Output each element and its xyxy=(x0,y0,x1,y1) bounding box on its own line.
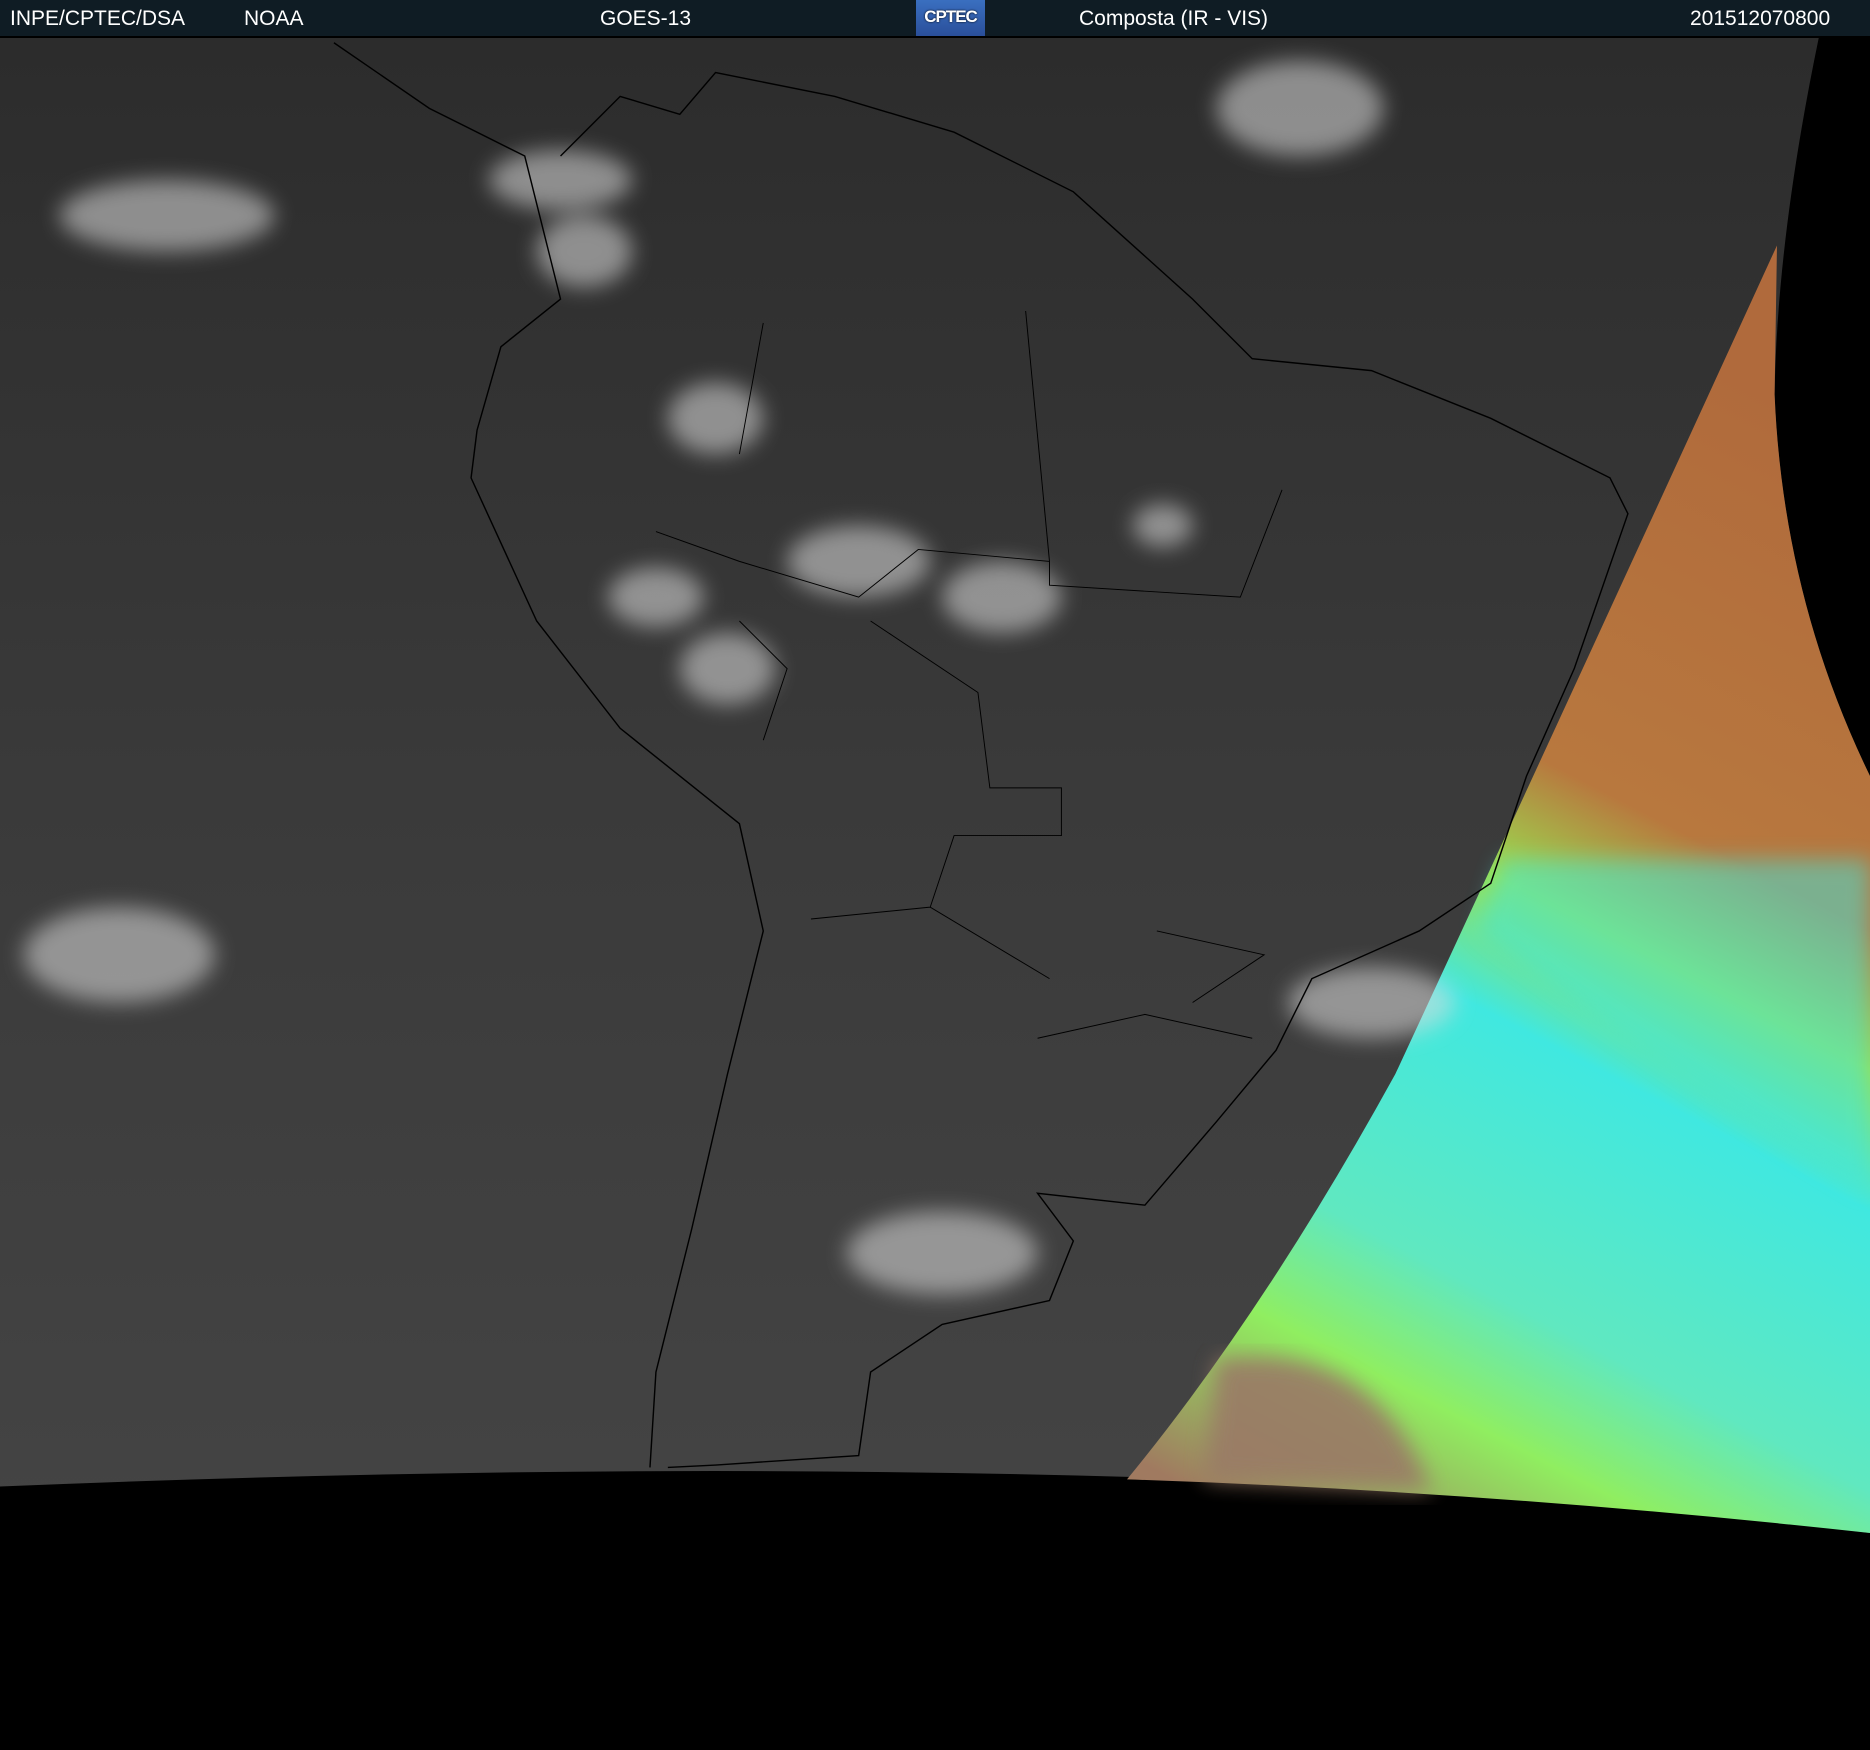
image-header: INPE/CPTEC/DSA NOAA GOES-13 CPTEC Compos… xyxy=(0,0,1870,38)
agency-label: NOAA xyxy=(244,7,304,30)
institution-label: INPE/CPTEC/DSA xyxy=(10,7,186,30)
cptec-logo: CPTEC xyxy=(916,0,985,36)
product-label: Composta (IR - VIS) xyxy=(1079,7,1269,30)
logo-text: CPTEC xyxy=(924,7,978,26)
satellite-image xyxy=(0,38,1870,1534)
timestamp-label: 201512070800 xyxy=(1690,7,1831,30)
satellite-label: GOES-13 xyxy=(600,7,692,30)
